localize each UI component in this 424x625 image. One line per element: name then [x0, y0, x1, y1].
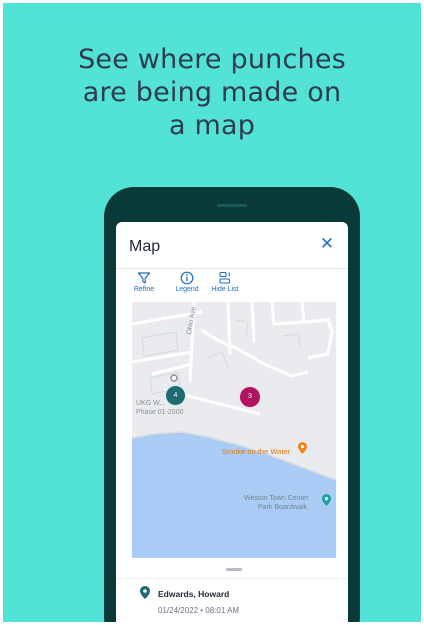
close-icon[interactable]: ✕ [319, 236, 335, 253]
park-pin-icon[interactable] [322, 494, 331, 506]
phone-speaker [217, 204, 247, 207]
drawer-divider [116, 578, 348, 579]
drawer-handle[interactable] [226, 568, 242, 571]
phone-device: Map ✕ Refine Legend Hide List Ohio Ave U… [104, 187, 360, 622]
punch-map[interactable]: Ohio Ave UKG W... Phase 01-2000 Smoke on… [132, 302, 336, 558]
hide-list-button[interactable]: Hide List [207, 271, 243, 293]
promo-frame: See where punches are being made on a ma… [3, 3, 421, 622]
map-toolbar: Refine Legend Hide List [116, 269, 348, 299]
app-screen: Map ✕ Refine Legend Hide List Ohio Ave U… [116, 222, 348, 622]
info-icon [180, 271, 194, 285]
place-label-line-1: UKG W... [136, 400, 166, 407]
headline-line-1: See where punches [78, 44, 346, 75]
hide-list-label: Hide List [211, 286, 239, 293]
map-dialog-header: Map ✕ [116, 222, 348, 269]
headline-line-2: are being made on [82, 77, 342, 108]
punch-timestamp: 01/24/2022 • 08:01 AM [158, 606, 240, 615]
poi-park-label-line-1[interactable]: Weston Town Center [244, 495, 309, 502]
map-canvas [132, 302, 336, 558]
punch-cluster-marker[interactable]: 4 [165, 385, 186, 406]
filter-icon [137, 272, 151, 284]
punch-location-pin-icon [140, 586, 150, 599]
location-marker-icon [170, 374, 178, 382]
legend-button[interactable]: Legend [169, 271, 205, 293]
refine-label: Refine [133, 286, 155, 293]
punch-employee-name[interactable]: Edwards, Howard [158, 589, 229, 599]
poi-restaurant-label[interactable]: Smoke on the Water [222, 447, 290, 456]
headline-line-3: a map [168, 110, 256, 141]
promo-headline: See where punches are being made on a ma… [3, 43, 421, 142]
poi-park-label-line-2[interactable]: Park Boardwalk [258, 504, 307, 511]
punch-cluster-marker[interactable]: 3 [239, 386, 261, 408]
list-icon [219, 271, 231, 284]
place-label-line-2: Phase 01-2000 [136, 409, 184, 416]
restaurant-pin-icon[interactable] [298, 442, 307, 454]
legend-label: Legend [175, 286, 199, 293]
refine-button[interactable]: Refine [126, 271, 162, 293]
dialog-title: Map [129, 238, 161, 255]
